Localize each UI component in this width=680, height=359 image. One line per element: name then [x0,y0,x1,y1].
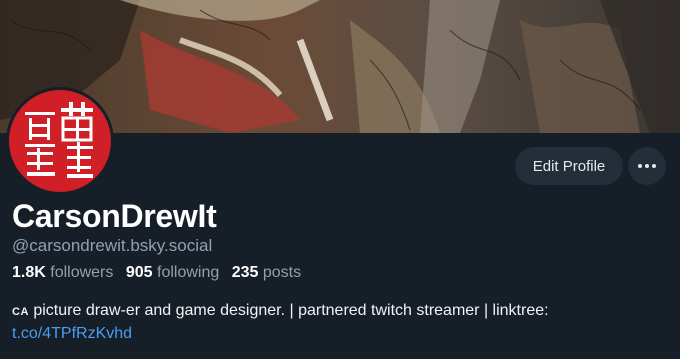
following-count: 905 [125,264,153,281]
followers-count: 1.8K [12,264,46,281]
following-label: following [157,264,220,281]
edit-profile-button[interactable]: Edit Profile [515,147,623,185]
avatar-seal [9,90,111,192]
ellipsis-icon [637,164,658,168]
followers-label: followers [50,264,114,281]
profile-bio: CA picture draw-er and game designer. | … [12,300,672,345]
more-options-button[interactable] [628,147,666,185]
country-flag: CA [12,306,29,318]
avatar[interactable] [6,87,114,195]
bio-link[interactable]: t.co/4TPfRzKvhd [12,323,672,345]
following-stat[interactable]: 905 following [126,264,219,281]
posts-label: posts [262,264,302,281]
posts-stat: 235 posts [232,264,301,281]
posts-count: 235 [231,264,259,281]
profile-stats: 1.8K followers 905 following 235 posts [12,264,309,282]
followers-stat[interactable]: 1.8K followers [12,264,113,281]
profile-handle: @carsondrewit.bsky.social [12,236,213,255]
bio-text: picture draw-er and game designer. | par… [33,302,549,319]
display-name: CarsonDrewIt [12,198,217,234]
